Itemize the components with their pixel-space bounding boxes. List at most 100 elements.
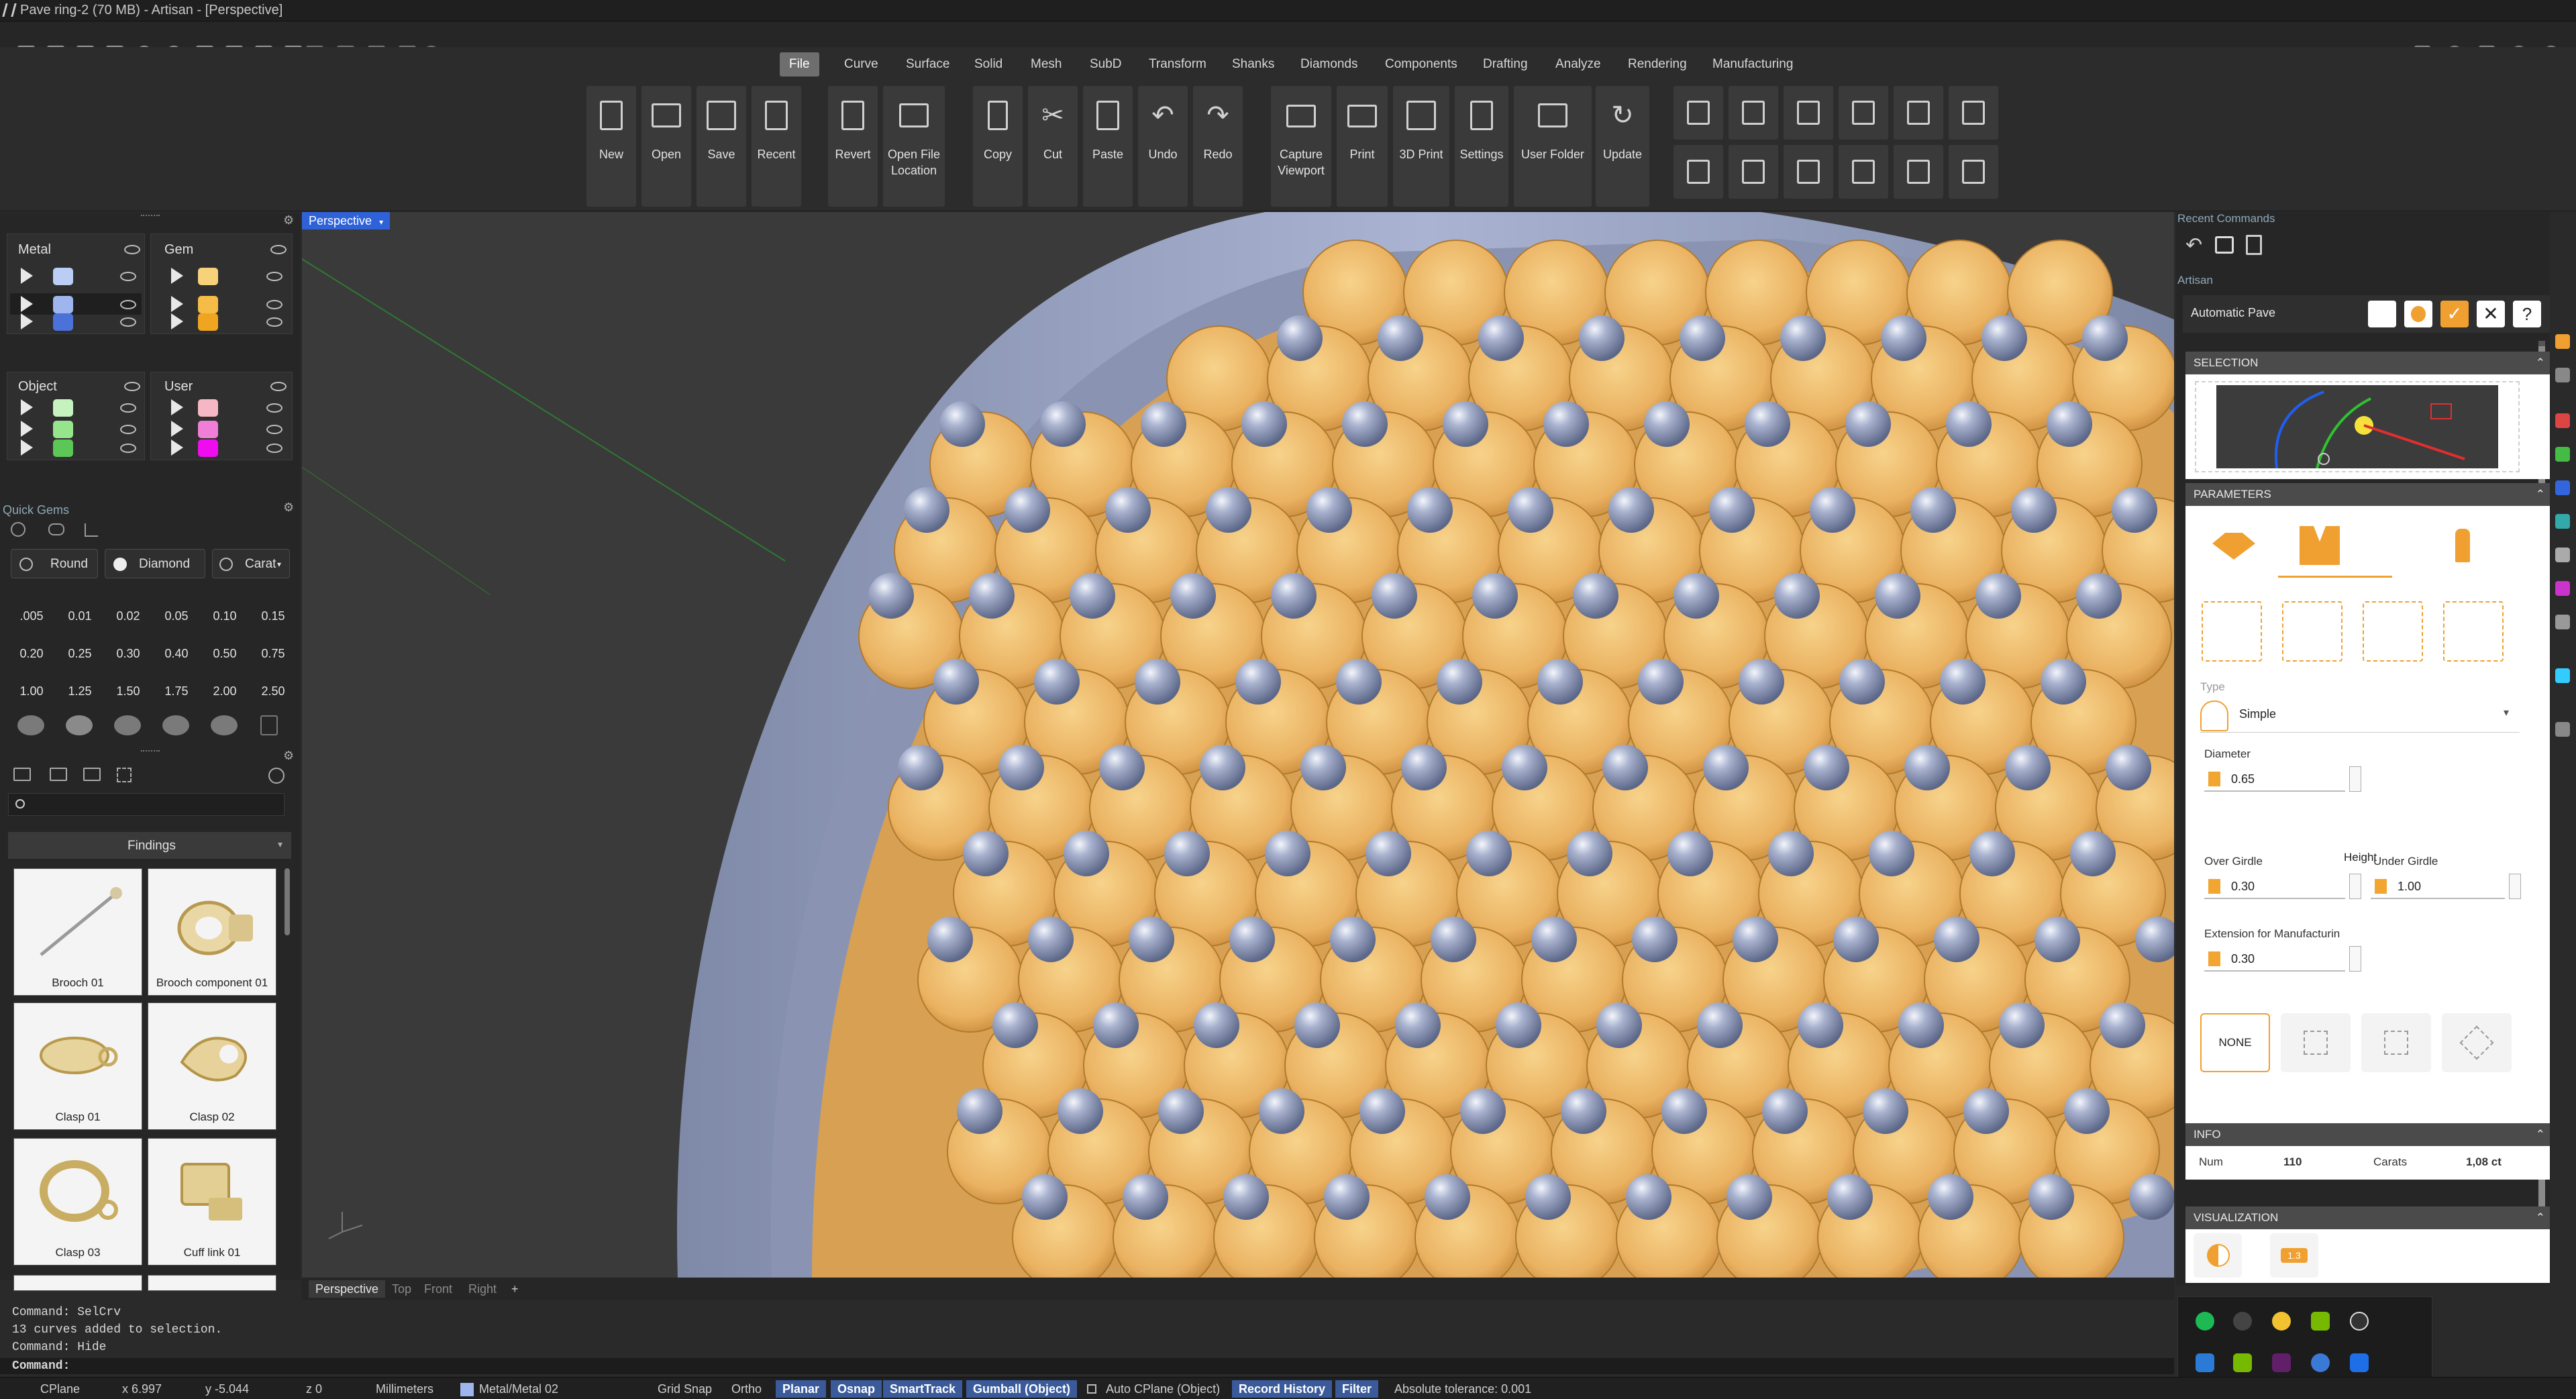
carat-size-button[interactable]: 0.01 <box>58 601 102 631</box>
metal-bead[interactable] <box>1372 573 1417 619</box>
metal-bead[interactable] <box>1567 831 1612 876</box>
gem-unit-select[interactable]: Carat ▾ <box>212 549 290 578</box>
layer-color-swatch[interactable] <box>198 399 218 417</box>
metal-bead[interactable] <box>2041 659 2086 705</box>
nvidia-share-icon[interactable] <box>2233 1353 2252 1372</box>
metal-bead[interactable] <box>1602 745 1648 790</box>
metal-bead[interactable] <box>1502 745 1547 790</box>
metal-bead[interactable] <box>1324 1174 1370 1220</box>
carat-size-button[interactable]: 1.75 <box>154 676 199 706</box>
metal-bead[interactable] <box>2005 745 2051 790</box>
tab-manufacturing[interactable]: Manufacturing <box>1703 52 1802 76</box>
panel-grip[interactable] <box>141 750 160 753</box>
metal-bead[interactable] <box>2011 487 2057 533</box>
metal-bead[interactable] <box>1378 315 1423 361</box>
library-category-select[interactable]: Findings ▾ <box>8 832 291 859</box>
expand-icon[interactable] <box>21 313 33 329</box>
metal-bead[interactable] <box>1969 831 2015 876</box>
metal-bead[interactable] <box>1300 745 1346 790</box>
carat-size-button[interactable]: 0.05 <box>154 601 199 631</box>
smarttrack-toggle[interactable]: SmartTrack <box>883 1380 963 1398</box>
diameter-input[interactable]: 0.65 <box>2204 766 2361 792</box>
metal-bead[interactable] <box>1040 401 1086 447</box>
metal-bead[interactable] <box>1845 401 1891 447</box>
gumball-toggle[interactable]: Gumball (Object) <box>966 1380 1078 1398</box>
render-side-icon[interactable] <box>2555 413 2570 428</box>
metal-bead[interactable] <box>1733 917 1778 962</box>
display-side-icon[interactable] <box>2555 548 2570 562</box>
quick-gems-settings-icon[interactable]: ⚙ <box>283 501 294 515</box>
under-girdle-input[interactable]: 1.00 <box>2371 874 2521 899</box>
metal-bead[interactable] <box>868 573 914 619</box>
metal-bead[interactable] <box>1123 1174 1168 1220</box>
osnap-toggle[interactable]: Osnap <box>831 1380 882 1398</box>
recent-undo-icon[interactable]: ↶ <box>2185 234 2202 257</box>
cancel-button[interactable]: ✕ <box>2477 301 2505 327</box>
expand-icon[interactable] <box>171 439 183 456</box>
library-folder-icon[interactable] <box>13 768 31 781</box>
spotify-icon[interactable] <box>2196 1312 2214 1331</box>
metal-bead[interactable] <box>1745 401 1790 447</box>
layer-color-swatch[interactable] <box>53 421 73 438</box>
metal-bead[interactable] <box>1366 831 1411 876</box>
visibility-icon[interactable] <box>124 382 140 391</box>
metal-bead[interactable] <box>1401 745 1447 790</box>
metal-bead[interactable] <box>1235 659 1281 705</box>
open-file-location-button[interactable]: Open File Location <box>883 86 945 207</box>
visibility-icon[interactable] <box>266 300 282 309</box>
metal-bead[interactable] <box>1359 1088 1405 1134</box>
obs-icon[interactable] <box>2233 1312 2252 1331</box>
doc-tool-button-12[interactable] <box>1949 145 1998 199</box>
metal-bead[interactable] <box>1963 1088 2009 1134</box>
metal-bead[interactable] <box>1058 1088 1103 1134</box>
update-button[interactable]: ↻ Update <box>1596 86 1649 207</box>
distribution-none-button[interactable]: NONE <box>2200 1013 2270 1072</box>
viewport-title-tab[interactable]: Perspective ▾ <box>302 212 391 229</box>
visibility-icon[interactable] <box>266 403 282 413</box>
metal-bead[interactable] <box>1135 659 1180 705</box>
oval-shape-icon[interactable] <box>66 715 93 735</box>
metal-bead[interactable] <box>1981 315 2027 361</box>
metal-bead[interactable] <box>1774 573 1820 619</box>
metal-bead[interactable] <box>1472 573 1518 619</box>
3d-print-button[interactable]: 3D Print <box>1393 86 1449 207</box>
carat-size-button[interactable]: 2.50 <box>251 676 295 706</box>
layer-color-swatch[interactable] <box>53 268 73 285</box>
metal-bead[interactable] <box>1780 315 1826 361</box>
metal-bead[interactable] <box>1105 487 1151 533</box>
metal-bead[interactable] <box>1543 401 1589 447</box>
pave-mode-channel-icon[interactable] <box>2300 526 2340 565</box>
metal-bead[interactable] <box>1028 917 1074 962</box>
doc-tool-button-7[interactable] <box>1673 145 1723 199</box>
metal-bead[interactable] <box>1022 1174 1068 1220</box>
expand-icon[interactable] <box>171 268 183 284</box>
layer-color-swatch[interactable] <box>460 1383 474 1396</box>
gem-link-icon[interactable] <box>48 523 64 535</box>
metal-bead[interactable] <box>1496 1002 1541 1048</box>
tab-analyze[interactable]: Analyze <box>1546 52 1610 76</box>
hand-select-button[interactable] <box>2368 301 2396 327</box>
command-input[interactable]: Command: <box>0 1358 2174 1374</box>
confirm-button[interactable]: ✓ <box>2440 301 2469 327</box>
metal-bead[interactable] <box>1478 315 1524 361</box>
metal-bead[interactable] <box>1277 315 1323 361</box>
bluetooth-icon[interactable] <box>2350 1353 2369 1372</box>
tab-solid[interactable]: Solid <box>965 52 1012 76</box>
cplane-label[interactable]: CPlane <box>40 1380 80 1398</box>
user-folder-button[interactable]: User Folder <box>1514 86 1592 207</box>
gem-visual-button[interactable] <box>2194 1233 2242 1278</box>
finding-item[interactable]: Cuff link 01 <box>148 1138 276 1265</box>
tab-rendering[interactable]: Rendering <box>1618 52 1696 76</box>
metal-bead[interactable] <box>1928 1174 1973 1220</box>
save-button[interactable]: Save <box>697 86 746 207</box>
pave-mode-surface-icon[interactable] <box>2212 533 2255 560</box>
recent-stack-icon[interactable] <box>2215 236 2234 254</box>
selection-preview[interactable] <box>2195 381 2520 472</box>
doc-tool-button-2[interactable] <box>1729 86 1778 140</box>
carat-size-button[interactable]: 0.30 <box>106 639 150 668</box>
carat-size-button[interactable]: 0.15 <box>251 601 295 631</box>
new-button[interactable]: New <box>586 86 636 207</box>
expand-icon[interactable] <box>171 421 183 437</box>
ortho-toggle[interactable]: Ortho <box>731 1380 762 1398</box>
metal-bead[interactable] <box>2070 831 2116 876</box>
